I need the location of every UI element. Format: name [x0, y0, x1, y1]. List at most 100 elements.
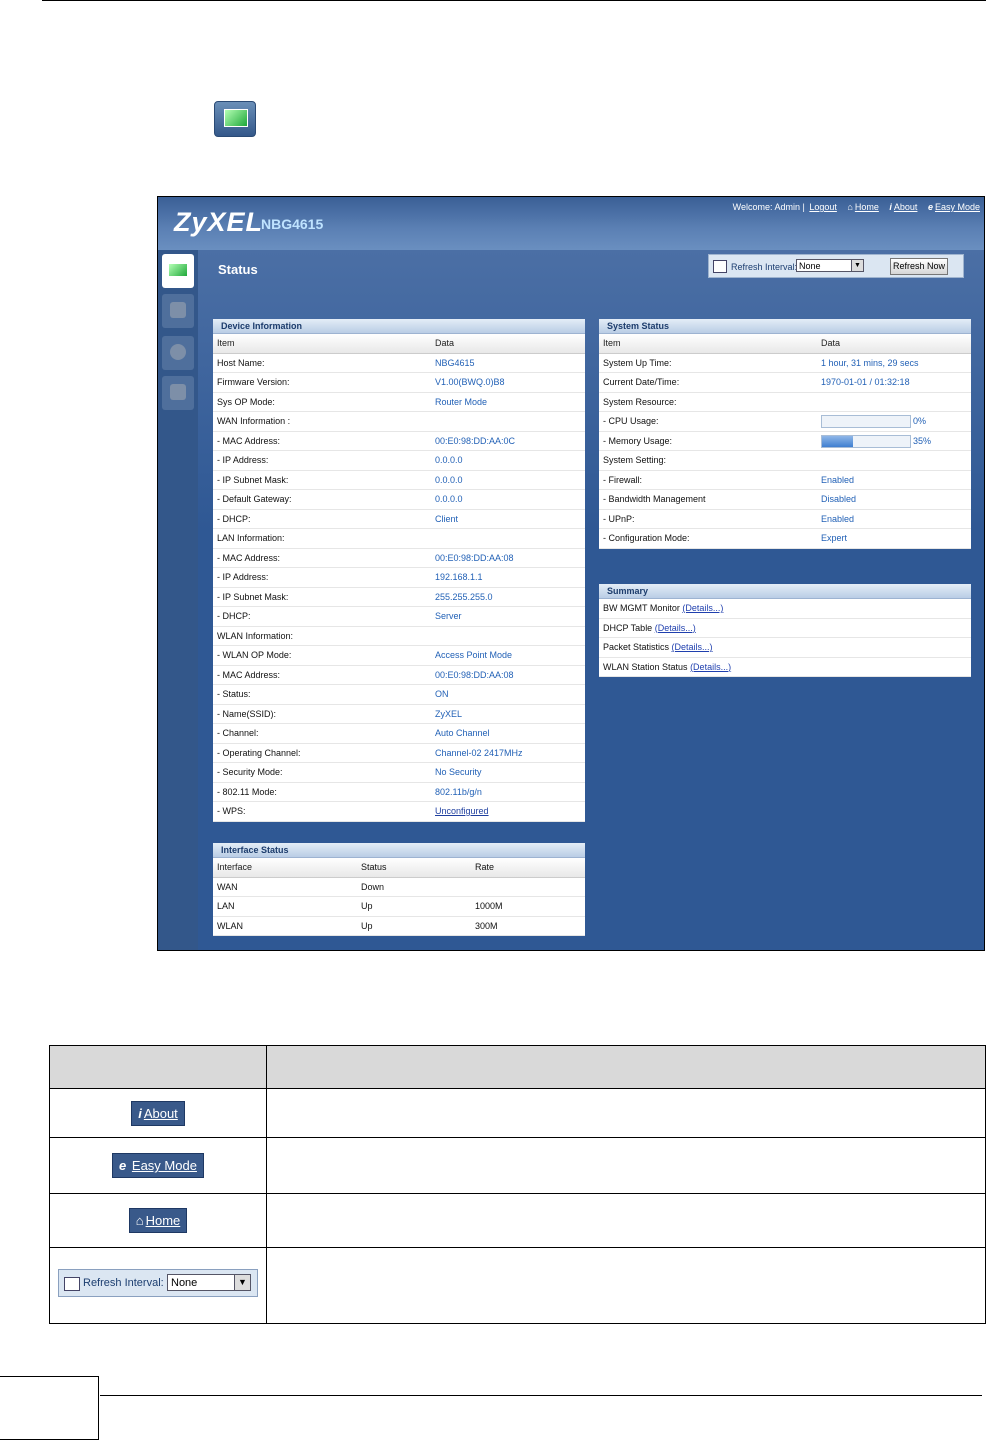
memory-usage-percent: 35% — [913, 435, 932, 446]
sidebar-status-icon[interactable] — [162, 254, 194, 288]
main-area: Status Refresh Interval: None ▼ Refresh N… — [198, 250, 984, 950]
table-row: - UPnP: Enabled — [599, 510, 971, 529]
packet-statistics-details-link[interactable]: (Details...) — [672, 642, 713, 652]
row-label: System Up Time: — [603, 357, 672, 368]
row-value: 0.0.0.0 — [435, 494, 463, 504]
cell-iface: WAN — [217, 881, 238, 892]
table-row: - Memory Usage: 35% — [599, 432, 971, 451]
row-label: - 802.11 Mode: — [217, 786, 277, 797]
row-value: ZyXEL — [435, 708, 463, 719]
wlan-station-details-link[interactable]: (Details...) — [690, 662, 731, 672]
bw-mgmt-details-link[interactable]: (Details...) — [682, 603, 723, 613]
status-icon — [214, 101, 256, 137]
memory-usage-bar — [821, 434, 911, 448]
table-row: WAN Information : — [213, 412, 585, 432]
home-link[interactable]: Home — [855, 202, 879, 212]
row-value: No Security — [435, 767, 482, 777]
row-label: - CPU Usage: — [603, 416, 659, 426]
row-label: - Status: — [217, 689, 251, 699]
router-screenshot: ZyXEL NBG4615 Welcome: Admin | Logout ⌂ H… — [157, 196, 985, 951]
easy-mode-icon: e — [927, 202, 933, 212]
zyxel-logo: ZyXEL — [174, 207, 264, 237]
list-item: WLAN Station Status (Details...) — [599, 658, 971, 677]
easy-mode-icon: e — [119, 1158, 127, 1173]
row-value: 00:E0:98:DD:AA:0C — [435, 435, 516, 446]
row-label: - MAC Address: — [217, 435, 281, 446]
row-label: Current Date/Time: — [603, 377, 680, 387]
table-row: - MAC Address: 00:E0:98:DD:AA:08 — [213, 549, 585, 568]
sidebar-maintenance-icon[interactable] — [162, 376, 194, 410]
table-row: Refresh Interval: None ▼ — [49, 1247, 986, 1324]
table-row: - Configuration Mode: Expert — [599, 529, 971, 549]
row-label: - Firewall: — [603, 474, 643, 485]
table-row: Current Date/Time: 1970-01-01 / 01:32:18 — [599, 373, 971, 393]
about-link[interactable]: About — [894, 202, 918, 212]
row-value: Channel-02 2417MHz — [435, 747, 523, 758]
refresh-label: Refresh Interval: — [731, 262, 798, 272]
row-value: ON — [435, 689, 449, 699]
cell-status: Up — [361, 920, 373, 931]
refresh-interval-sample: Refresh Interval: None ▼ — [58, 1269, 258, 1297]
row-value: 192.168.1.1 — [435, 572, 483, 582]
table-row: - DHCP: Client — [213, 510, 585, 529]
table-header: Item Data — [599, 334, 971, 354]
row-label: - Default Gateway: — [217, 494, 292, 504]
summary-panel: Summary BW MGMT Monitor (Details...) DHC… — [599, 584, 971, 677]
about-sample-label: About — [143, 1105, 178, 1121]
row-label: - IP Address: — [217, 455, 269, 465]
table-row: - 802.11 Mode: 802.11b/g/n — [213, 783, 585, 802]
footer-rule — [100, 1395, 982, 1396]
row-label: LAN Information: — [217, 533, 285, 543]
header-bar: ZyXEL NBG4615 Welcome: Admin | Logout ⌂ H… — [158, 197, 984, 250]
row-value: Client — [435, 513, 459, 524]
cpu-usage-percent: 0% — [913, 416, 927, 426]
row-label: - UPnP: — [603, 513, 635, 524]
table-row: LAN Up 1000M — [213, 897, 585, 917]
summary-label: Packet Statistics — [603, 642, 670, 652]
row-label: - Security Mode: — [217, 767, 283, 777]
top-links: Welcome: Admin | Logout ⌂ Home i About e Ea… — [733, 202, 980, 212]
cell-status: Down — [361, 881, 385, 892]
page-number-box — [0, 1376, 99, 1440]
home-sample-label: Home — [145, 1213, 181, 1228]
row-value: 0.0.0.0 — [435, 474, 463, 485]
chevron-down-icon: ▼ — [234, 1275, 250, 1290]
chevron-down-icon: ▼ — [851, 260, 863, 271]
sidebar-configuration-icon[interactable] — [162, 336, 194, 370]
table-row: ⌂ Home — [49, 1193, 986, 1248]
system-status-panel: System Status Item Data System Up Time: 1… — [599, 319, 971, 549]
table-row: - IP Subnet Mask: 0.0.0.0 — [213, 471, 585, 490]
col-rate: Rate — [475, 862, 495, 872]
col-item: Item — [217, 338, 235, 348]
home-icon: ⌂ — [135, 1213, 144, 1228]
table-row: System Resource: — [599, 393, 971, 412]
row-value: 802.11b/g/n — [435, 786, 482, 797]
refresh-now-button[interactable]: Refresh Now — [890, 258, 948, 275]
logout-link[interactable]: Logout — [809, 202, 837, 212]
wps-status-link[interactable]: Unconfigured — [435, 802, 489, 821]
dhcp-table-details-link[interactable]: (Details...) — [655, 623, 696, 633]
cell-rate: 1000M — [475, 901, 503, 911]
row-value: Enabled — [821, 474, 855, 485]
row-label: - WPS: — [217, 806, 246, 816]
refresh-interval-select[interactable]: None ▼ — [796, 259, 864, 272]
table-row: System Up Time: 1 hour, 31 mins, 29 secs — [599, 354, 971, 373]
home-icon: ⌂ — [847, 202, 853, 212]
row-value: 00:E0:98:DD:AA:08 — [435, 669, 514, 680]
easy-mode-link[interactable]: Easy Mode — [935, 202, 980, 212]
sidebar-monitor-icon[interactable] — [162, 294, 194, 328]
refresh-select-value: None — [799, 261, 821, 271]
table-row: - WPS: Unconfigured — [213, 802, 585, 822]
table-header: Interface Status Rate — [213, 858, 585, 878]
table-row: Host Name: NBG4615 — [213, 354, 585, 373]
cell-iface: LAN — [217, 901, 235, 911]
row-label: - Channel: — [217, 728, 259, 738]
col-data: Data — [435, 338, 455, 348]
row-value: 1970-01-01 / 01:32:18 — [821, 377, 910, 387]
table-row: - Bandwidth Management Disabled — [599, 490, 971, 510]
summary-label: WLAN Station Status — [603, 661, 688, 672]
table-row: - Status: ON — [213, 685, 585, 705]
col-status: Status — [361, 862, 387, 872]
row-value: 255.255.255.0 — [435, 591, 493, 602]
row-value: 0.0.0.0 — [435, 455, 463, 465]
